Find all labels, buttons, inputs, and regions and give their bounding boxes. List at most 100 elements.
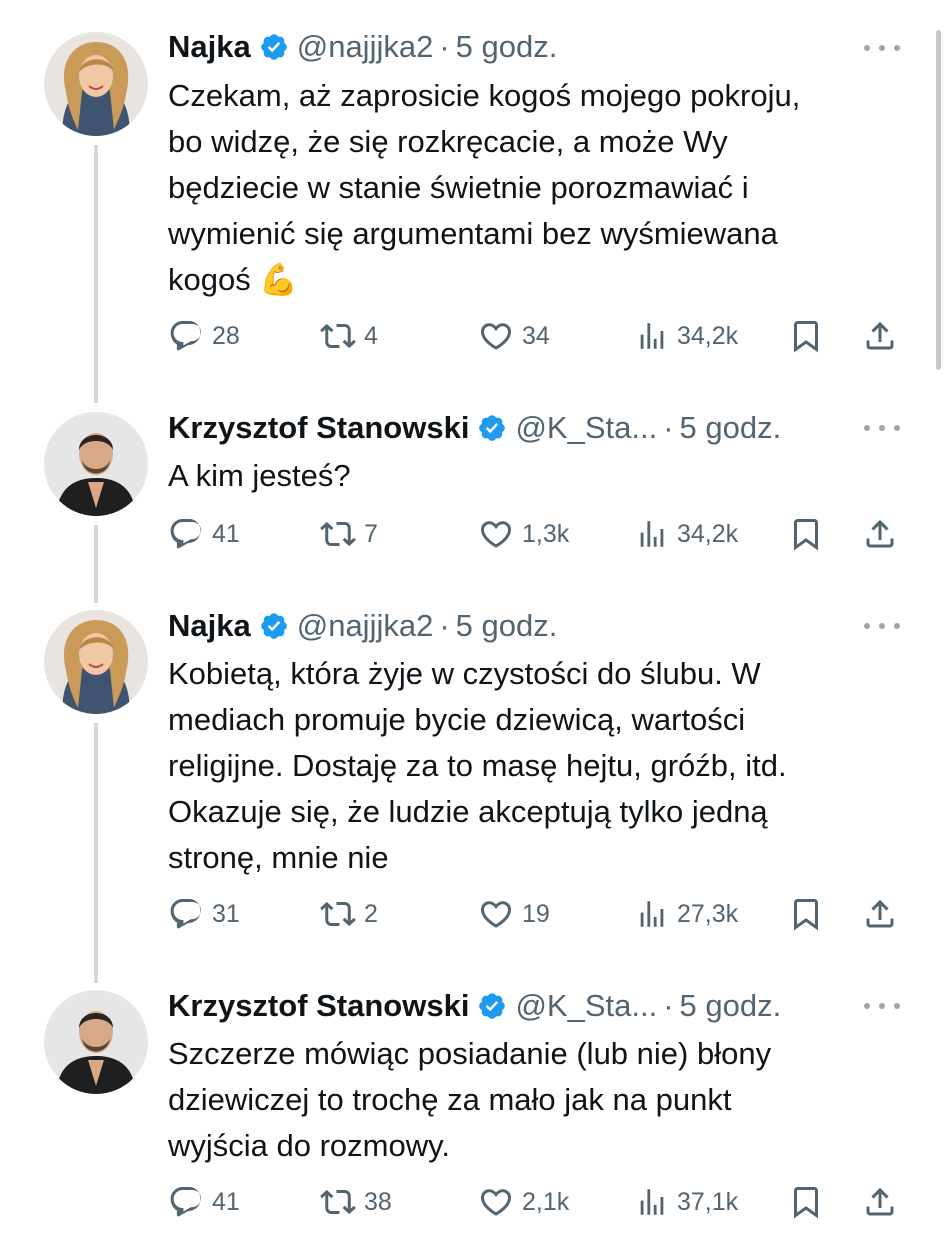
avatar[interactable]: [44, 32, 148, 136]
reply-button[interactable]: 41: [168, 514, 240, 554]
separator-dot: ·: [439, 608, 450, 643]
share-button[interactable]: [862, 894, 898, 934]
avatar[interactable]: [44, 412, 148, 516]
display-name[interactable]: Krzysztof Stanowski: [168, 988, 469, 1024]
tweet-text-line: Czekam, aż zaprosicie kogoś mojego pokro…: [168, 78, 801, 113]
tweet-text-line: będziecie w stanie świetnie porozmawiać …: [168, 170, 749, 205]
timestamp[interactable]: 5 godz.: [456, 29, 558, 65]
tweet-header: Najka @najjjka2 · 5 godz.: [168, 27, 557, 67]
like-count: 1,3k: [522, 519, 570, 548]
tweet-text-line: mediach promuje bycie dziewicą, wartości: [168, 702, 746, 737]
bookmark-icon: [794, 899, 818, 931]
like-icon: [480, 521, 512, 548]
share-button[interactable]: [862, 1182, 898, 1222]
like-count: 34: [522, 321, 550, 350]
verified-badge-icon: [479, 993, 506, 1019]
tweet-text-line: religijne. Dostaję za to masę hejtu, gró…: [168, 748, 787, 783]
tweet-header: Krzysztof Stanowski @K_Sta... · 5 godz.: [168, 986, 781, 1026]
timestamp[interactable]: 5 godz.: [680, 988, 782, 1024]
retweet-count: 7: [364, 519, 378, 548]
views-button[interactable]: 34,2k: [635, 514, 738, 554]
user-handle[interactable]: @najjjka2: [297, 29, 434, 65]
like-count: 19: [522, 899, 550, 928]
tweet-actions: 41 7 1,3k 34,2k: [168, 514, 908, 554]
bookmark-button[interactable]: [788, 514, 824, 554]
tweet-text-line: wymienić się argumentami bez wyśmiewana: [168, 216, 778, 251]
verified-badge-icon: [260, 34, 287, 60]
tweet-header: Krzysztof Stanowski @K_Sta... · 5 godz.: [168, 408, 781, 448]
views-icon: [640, 323, 664, 349]
bookmark-button[interactable]: [788, 1182, 824, 1222]
reply-button[interactable]: 31: [168, 894, 240, 934]
retweet-button[interactable]: 38: [320, 1182, 392, 1222]
tweet-text-line: Szczerze mówiąc posiadanie (lub nie) bło…: [168, 1036, 772, 1071]
retweet-count: 38: [364, 1187, 392, 1216]
views-count: 34,2k: [677, 519, 739, 548]
retweet-count: 2: [364, 899, 378, 928]
display-name[interactable]: Najka: [168, 29, 251, 65]
user-handle[interactable]: @najjjka2: [297, 608, 434, 644]
bookmark-icon: [794, 321, 818, 353]
views-button[interactable]: 37,1k: [635, 1182, 738, 1222]
reply-button[interactable]: 41: [168, 1182, 240, 1222]
timestamp[interactable]: 5 godz.: [456, 608, 558, 644]
reply-button[interactable]: 28: [168, 316, 240, 356]
user-handle[interactable]: @K_Sta...: [515, 410, 657, 446]
avatar[interactable]: [44, 990, 148, 1094]
more-icon[interactable]: [864, 620, 900, 632]
retweet-icon: [320, 901, 356, 927]
like-button[interactable]: 34: [478, 316, 550, 356]
retweet-icon: [320, 521, 356, 547]
tweet-text-line: Kobietą, która żyje w czystości do ślubu…: [168, 656, 761, 691]
like-button[interactable]: 1,3k: [478, 514, 569, 554]
display-name[interactable]: Najka: [168, 608, 251, 644]
views-button[interactable]: 34,2k: [635, 316, 738, 356]
views-button[interactable]: 27,3k: [635, 894, 738, 934]
bookmark-icon: [794, 519, 818, 551]
retweet-button[interactable]: 7: [320, 514, 378, 554]
separator-dot: ·: [663, 988, 674, 1023]
scrollbar[interactable]: [936, 30, 941, 370]
tweet-actions: 31 2 19 27,3k: [168, 894, 908, 934]
like-icon: [480, 1189, 512, 1216]
tweet-actions: 41 38 2,1k 37,1k: [168, 1182, 908, 1222]
bookmark-button[interactable]: [788, 894, 824, 934]
thread-connector: [94, 525, 98, 603]
separator-dot: ·: [439, 29, 450, 64]
retweet-icon: [320, 1189, 356, 1215]
share-icon: [866, 519, 894, 548]
bookmark-icon: [794, 1187, 818, 1219]
reply-icon: [170, 1187, 201, 1217]
share-icon: [866, 899, 894, 928]
separator-dot: ·: [663, 410, 674, 445]
tweet-text: Czekam, aż zaprosicie kogoś mojego pokro…: [168, 73, 913, 303]
tweet-text: A kim jesteś?: [168, 453, 913, 499]
more-icon[interactable]: [864, 1000, 900, 1012]
display-name[interactable]: Krzysztof Stanowski: [168, 410, 469, 446]
like-button[interactable]: 19: [478, 894, 550, 934]
more-icon[interactable]: [864, 42, 900, 54]
like-button[interactable]: 2,1k: [478, 1182, 569, 1222]
like-icon: [480, 901, 512, 928]
user-handle[interactable]: @K_Sta...: [515, 988, 657, 1024]
reply-icon: [170, 321, 201, 351]
retweet-button[interactable]: 4: [320, 316, 378, 356]
timestamp[interactable]: 5 godz.: [680, 410, 782, 446]
tweet-text-line: Okazuje się, że ludzie akceptują tylko j…: [168, 794, 768, 829]
retweet-button[interactable]: 2: [320, 894, 378, 934]
tweet-text: Kobietą, która żyje w czystości do ślubu…: [168, 651, 913, 881]
like-icon: [480, 323, 512, 350]
verified-badge-icon: [260, 613, 287, 639]
tweet-text-line: kogoś 💪: [168, 262, 298, 297]
share-button[interactable]: [862, 514, 898, 554]
reply-count: 41: [212, 519, 240, 548]
conversation-thread: Najka @najjjka2 · 5 godz. Czekam, aż zap…: [0, 0, 947, 1252]
reply-count: 41: [212, 1187, 240, 1216]
reply-icon: [170, 519, 201, 549]
more-icon[interactable]: [864, 422, 900, 434]
verified-badge-icon: [479, 415, 506, 441]
avatar[interactable]: [44, 610, 148, 714]
share-button[interactable]: [862, 316, 898, 356]
views-count: 34,2k: [677, 321, 739, 350]
bookmark-button[interactable]: [788, 316, 824, 356]
